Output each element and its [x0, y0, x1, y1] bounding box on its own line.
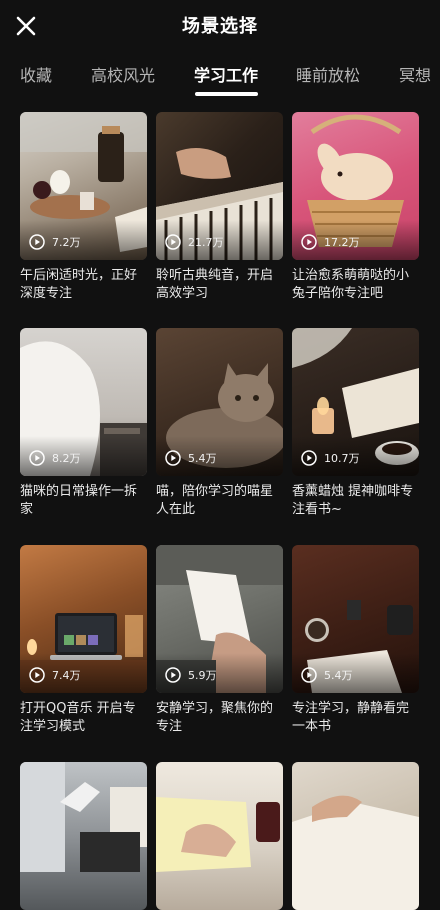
tab-bedtime-relax[interactable]: 睡前放松 — [296, 62, 360, 86]
play-icon — [165, 450, 181, 466]
play-count: 5.4万 — [301, 667, 353, 683]
scene-caption: 让治愈系萌萌哒的小兔子陪你专注吧 — [292, 268, 410, 301]
scene-card[interactable]: 17.2万 让治愈系萌萌哒的小兔子陪你专注吧 — [292, 112, 419, 303]
play-count-text: 21.7万 — [188, 236, 224, 249]
play-count-text: 10.7万 — [324, 452, 360, 465]
play-count-text: 7.2万 — [52, 236, 81, 249]
writing-notes-image — [156, 797, 280, 872]
tab-study-work[interactable]: 学习工作 — [194, 62, 258, 86]
scene-thumbnail: 8.2万 — [20, 328, 147, 476]
scene-thumbnail: 5.4万 — [156, 328, 283, 476]
play-icon — [29, 667, 45, 683]
scene-thumbnail: 10.7万 — [292, 328, 419, 476]
scene-card[interactable]: 21.7万 聆听古典纯音，开启高效学习 — [156, 112, 283, 303]
scene-thumbnail — [292, 762, 419, 910]
desk-lamp-image — [20, 762, 147, 872]
play-count-text: 8.2万 — [52, 452, 81, 465]
play-count: 8.2万 — [29, 450, 81, 466]
scene-thumbnail: 5.4万 — [292, 545, 419, 693]
play-icon — [301, 450, 317, 466]
play-count: 7.4万 — [29, 667, 81, 683]
scene-thumbnail — [156, 762, 283, 910]
play-count: 17.2万 — [301, 234, 360, 250]
tab-meditation[interactable]: 冥想 — [399, 62, 431, 86]
scene-thumbnail: 17.2万 — [292, 112, 419, 260]
scene-card[interactable]: 7.2万 午后闲适时光，正好深度专注 — [20, 112, 147, 303]
play-icon — [165, 667, 181, 683]
play-count: 5.9万 — [165, 667, 217, 683]
scene-caption: 香薰蜡烛 提神咖啡专注看书~ — [292, 484, 414, 517]
scene-caption: 午后闲适时光，正好深度专注 — [20, 268, 138, 301]
play-count: 7.2万 — [29, 234, 81, 250]
scene-thumbnail: 7.2万 — [20, 112, 147, 260]
play-icon — [301, 667, 317, 683]
scene-card[interactable]: 10.7万 香薰蜡烛 提神咖啡专注看书~ — [292, 328, 419, 519]
play-icon — [165, 234, 181, 250]
scene-caption: 打开QQ音乐 开启专注学习模式 — [20, 701, 136, 734]
play-count: 21.7万 — [165, 234, 224, 250]
scene-thumbnail: 7.4万 — [20, 545, 147, 693]
play-count-text: 17.2万 — [324, 236, 360, 249]
play-count-text: 5.4万 — [324, 669, 353, 682]
play-icon — [29, 234, 45, 250]
scene-card[interactable]: 5.4万 喵，陪你学习的喵星人在此 — [156, 328, 283, 519]
scene-thumbnail: 21.7万 — [156, 112, 283, 260]
scene-card[interactable]: 5.4万 专注学习，静静看完一本书 — [292, 545, 419, 736]
open-book-image — [292, 795, 419, 910]
play-count-text: 7.4万 — [52, 669, 81, 682]
page-title: 场景选择 — [182, 16, 258, 37]
scene-caption: 猫咪的日常操作一拆家 — [20, 484, 138, 517]
scene-thumbnail: 5.9万 — [156, 545, 283, 693]
scene-caption: 聆听古典纯音，开启高效学习 — [156, 268, 274, 301]
play-count: 5.4万 — [165, 450, 217, 466]
scene-card[interactable]: 5.9万 安静学习，聚焦你的专注 — [156, 545, 283, 736]
header: 场景选择 — [0, 0, 440, 52]
play-count-text: 5.9万 — [188, 669, 217, 682]
scene-caption: 安静学习，聚焦你的专注 — [156, 701, 274, 734]
play-count: 10.7万 — [301, 450, 360, 466]
scene-thumbnail — [20, 762, 147, 910]
scene-card[interactable]: 7.4万 打开QQ音乐 开启专注学习模式 — [20, 545, 147, 736]
scene-card[interactable] — [20, 762, 147, 910]
scene-card[interactable] — [292, 762, 419, 910]
scene-caption: 专注学习，静静看完一本书 — [292, 701, 410, 734]
scene-card[interactable] — [156, 762, 283, 910]
scene-caption: 喵，陪你学习的喵星人在此 — [156, 484, 274, 517]
play-count-text: 5.4万 — [188, 452, 217, 465]
active-tab-indicator — [195, 92, 258, 96]
play-icon — [29, 450, 45, 466]
tab-favorites[interactable]: 收藏 — [20, 62, 52, 86]
scene-card[interactable]: 8.2万 猫咪的日常操作一拆家 — [20, 328, 147, 519]
tab-campus-scenery[interactable]: 高校风光 — [91, 62, 155, 86]
play-icon — [301, 234, 317, 250]
